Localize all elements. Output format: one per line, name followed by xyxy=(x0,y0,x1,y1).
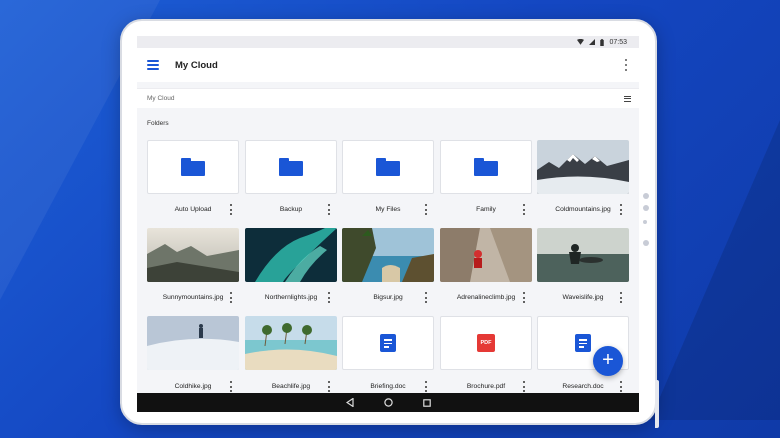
item-name: Research.doc xyxy=(562,383,604,390)
bigsur-image xyxy=(342,228,434,282)
item-name: My Files xyxy=(375,206,401,213)
item-more-icon[interactable] xyxy=(327,204,331,215)
background-facet xyxy=(650,120,780,420)
item-more-icon[interactable] xyxy=(522,292,526,303)
tablet-sensor-dot xyxy=(643,205,649,211)
item-name: Waveislife.jpg xyxy=(562,294,604,301)
item-name: Auto Upload xyxy=(174,206,212,213)
item-name: Coldhike.jpg xyxy=(174,383,212,390)
folder-icon xyxy=(279,158,303,176)
item-more-icon[interactable] xyxy=(522,204,526,215)
item-more-icon[interactable] xyxy=(619,204,623,215)
pdf-icon: PDF xyxy=(477,334,495,352)
image-thumbnail[interactable] xyxy=(245,316,337,370)
sunny-mountains-image xyxy=(147,228,239,282)
item-more-icon[interactable] xyxy=(424,204,428,215)
list-view-icon[interactable] xyxy=(624,95,631,102)
cold-hike-image xyxy=(147,316,239,370)
tablet-sensor-dot xyxy=(643,240,649,246)
folder-icon xyxy=(474,158,498,176)
breadcrumb: My Cloud xyxy=(137,88,639,108)
beach-life-image xyxy=(245,316,337,370)
adrenaline-climb-image xyxy=(440,228,532,282)
item-more-icon[interactable] xyxy=(229,292,233,303)
image-thumbnail[interactable] xyxy=(537,228,629,282)
cold-mountains-image xyxy=(537,140,629,194)
tablet-sensor-dot xyxy=(643,193,649,199)
image-thumbnail[interactable] xyxy=(147,228,239,282)
wave-is-life-image xyxy=(537,228,629,282)
breadcrumb-item[interactable]: My Cloud xyxy=(147,95,624,102)
item-more-icon[interactable] xyxy=(327,292,331,303)
file-tile[interactable] xyxy=(342,316,434,370)
item-more-icon[interactable] xyxy=(424,381,428,392)
folder-icon xyxy=(376,158,400,176)
folder-tile[interactable] xyxy=(245,140,337,194)
item-name: Briefing.doc xyxy=(370,383,406,390)
item-more-icon[interactable] xyxy=(229,381,233,392)
northern-lights-image xyxy=(245,228,337,282)
item-more-icon[interactable] xyxy=(424,292,428,303)
image-thumbnail[interactable] xyxy=(440,228,532,282)
item-name: Bigsur.jpg xyxy=(373,294,403,301)
item-name: Sunnymountains.jpg xyxy=(162,294,224,301)
content-area: My Cloud Folders Auto Upload Backup My F… xyxy=(137,36,639,412)
image-thumbnail[interactable] xyxy=(537,140,629,194)
item-name: Beachlife.jpg xyxy=(271,383,311,390)
folder-tile[interactable] xyxy=(147,140,239,194)
recents-icon[interactable] xyxy=(422,398,431,407)
document-icon xyxy=(380,334,396,352)
folder-tile[interactable] xyxy=(342,140,434,194)
document-icon xyxy=(575,334,591,352)
item-name: Brochure.pdf xyxy=(466,383,506,390)
add-button[interactable]: + xyxy=(593,346,623,376)
item-name: Coldmountains.jpg xyxy=(555,206,611,213)
item-name: Northernlights.jpg xyxy=(264,294,318,301)
item-more-icon[interactable] xyxy=(619,292,623,303)
navigation-bar xyxy=(137,393,639,412)
home-icon[interactable] xyxy=(383,398,393,407)
tablet-sensor-dot xyxy=(643,220,647,224)
image-thumbnail[interactable] xyxy=(245,228,337,282)
item-more-icon[interactable] xyxy=(522,381,526,392)
image-thumbnail[interactable] xyxy=(147,316,239,370)
tablet-side-button xyxy=(655,380,659,428)
item-more-icon[interactable] xyxy=(619,381,623,392)
item-name: Backup xyxy=(279,206,303,213)
item-more-icon[interactable] xyxy=(229,204,233,215)
folder-tile[interactable] xyxy=(440,140,532,194)
folder-icon xyxy=(181,158,205,176)
section-heading-folders: Folders xyxy=(147,120,169,127)
item-name: Family xyxy=(476,206,496,213)
back-icon[interactable] xyxy=(345,398,354,407)
image-thumbnail[interactable] xyxy=(342,228,434,282)
file-tile[interactable]: PDF xyxy=(440,316,532,370)
item-more-icon[interactable] xyxy=(327,381,331,392)
item-name: Adrenalineclimb.jpg xyxy=(456,294,516,301)
